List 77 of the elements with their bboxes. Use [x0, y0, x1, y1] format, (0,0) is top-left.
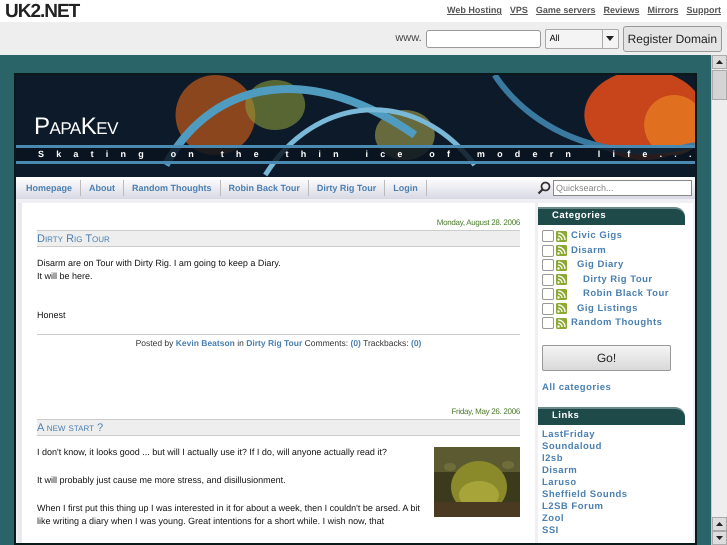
category-checkbox[interactable] [542, 259, 554, 272]
top-link[interactable]: Support [686, 4, 721, 18]
post-text: I don't know, it looks good ... but will I actually use it? If I do, will anyone actually read it? [37, 446, 388, 459]
rss-icon[interactable] [556, 318, 567, 329]
sidebar-link[interactable]: Disarm [542, 464, 689, 477]
category-link[interactable]: Random Thoughts [571, 316, 662, 330]
post-text: Disarm are on Tour with Dirty Rig. I am going to keep a Diary. It will be here. Honest [37, 257, 282, 322]
quicksearch-field[interactable]: Quicksearch... [553, 180, 692, 196]
category-link[interactable]: Civic Gigs [571, 229, 622, 244]
author-link[interactable]: Kevin Beatson [176, 338, 235, 348]
rss-icon[interactable] [556, 245, 567, 256]
go-button[interactable]: Go! [542, 344, 671, 370]
scroll-thumb[interactable] [712, 70, 727, 100]
sidebar-link[interactable]: Soundaloud [542, 440, 689, 453]
scroll-up-icon[interactable] [716, 522, 723, 526]
trackbacks-link[interactable]: (0) [410, 338, 422, 348]
category-link[interactable]: Disarm [571, 244, 606, 258]
sidebar-box-header: Categories [538, 207, 685, 225]
category-link[interactable]: Gig Listings [577, 302, 638, 316]
sidebar-link[interactable]: Zool [542, 512, 689, 525]
category-checkbox[interactable] [542, 274, 554, 286]
post-date: Monday, August 28. 2006 [436, 217, 520, 229]
category-checkbox[interactable] [542, 302, 554, 315]
rss-icon[interactable] [556, 303, 567, 314]
top-link[interactable]: VPS [510, 4, 528, 18]
post-date: Friday, May 26. 2006 [450, 406, 520, 418]
nav-link[interactable]: Homepage [18, 180, 82, 196]
category-checkbox[interactable] [542, 244, 554, 257]
sidebar-link[interactable]: Sheffield Sounds [542, 488, 689, 501]
tld-select[interactable]: All [544, 28, 619, 48]
category-link[interactable]: Robin Black Tour [583, 287, 669, 302]
rss-icon[interactable] [556, 274, 567, 286]
footer-label: Trackbacks: [363, 338, 409, 348]
top-link[interactable]: Mirrors [647, 4, 678, 18]
comments-link[interactable]: (0) [350, 338, 361, 348]
sidebar-link[interactable]: SSI [542, 524, 689, 537]
register-domain-button[interactable]: Register Domain [622, 26, 722, 52]
nav-link[interactable]: Random Thoughts [124, 180, 221, 196]
dropdown-arrow-icon [606, 36, 614, 41]
category-link[interactable]: Dirty Rig Tour [583, 272, 653, 287]
top-link[interactable]: Web Hosting [447, 4, 502, 18]
www-label: www. [395, 31, 422, 46]
search-icon [537, 181, 551, 195]
nav-link[interactable]: Login [385, 180, 427, 196]
domain-field[interactable] [426, 30, 541, 48]
category-checkbox[interactable] [542, 230, 554, 242]
nav-link[interactable]: Dirty Rig Tour [308, 180, 386, 196]
category-link[interactable]: Gig Diary [577, 258, 624, 272]
sidebar-link[interactable]: Laruso [542, 476, 689, 489]
post-title[interactable]: Dirty Rig Tour [37, 230, 520, 247]
post-text: When I first put this thing up I was interested in it for about a week, then I couldn't be arsed. A bit like writing a diary when I was young. Great intentions for a short while. I wish now, that [37, 502, 421, 528]
sidebar-link[interactable]: l2sb [542, 452, 689, 465]
rss-icon[interactable] [556, 230, 567, 242]
all-categories-link[interactable]: All categories [542, 380, 689, 395]
category-link[interactable]: Dirty Rig Tour [246, 338, 302, 348]
rss-icon[interactable] [556, 288, 567, 300]
sidebar-box-header: Links [538, 406, 685, 425]
footer-label: Comments: [304, 338, 348, 348]
site-logo[interactable]: UK2.NET [5, 2, 80, 20]
blog-tagline: Skating on the thin ice of modern life... [38, 148, 704, 161]
category-checkbox[interactable] [542, 317, 554, 330]
post-title[interactable]: A new start ? [37, 418, 520, 436]
post-text: It will probably just cause me more stress, and disillusionment. [37, 474, 287, 487]
scrollbar[interactable] [711, 55, 727, 545]
rss-icon[interactable] [556, 260, 567, 271]
footer-label: Posted by [136, 338, 174, 348]
footer-label: in [237, 338, 244, 348]
nav-link[interactable]: About [81, 180, 124, 196]
sidebar-link[interactable]: L2SB Forum [542, 500, 689, 513]
top-link[interactable]: Game servers [536, 4, 596, 18]
nav-link[interactable]: Robin Back Tour [220, 180, 309, 196]
blog-title[interactable]: PapaKev [34, 115, 118, 139]
category-checkbox[interactable] [542, 288, 554, 300]
scroll-up-icon[interactable] [716, 60, 723, 64]
top-link[interactable]: Reviews [603, 4, 640, 18]
scroll-down-icon[interactable] [716, 536, 723, 540]
sidebar-link[interactable]: LastFriday [542, 428, 689, 441]
